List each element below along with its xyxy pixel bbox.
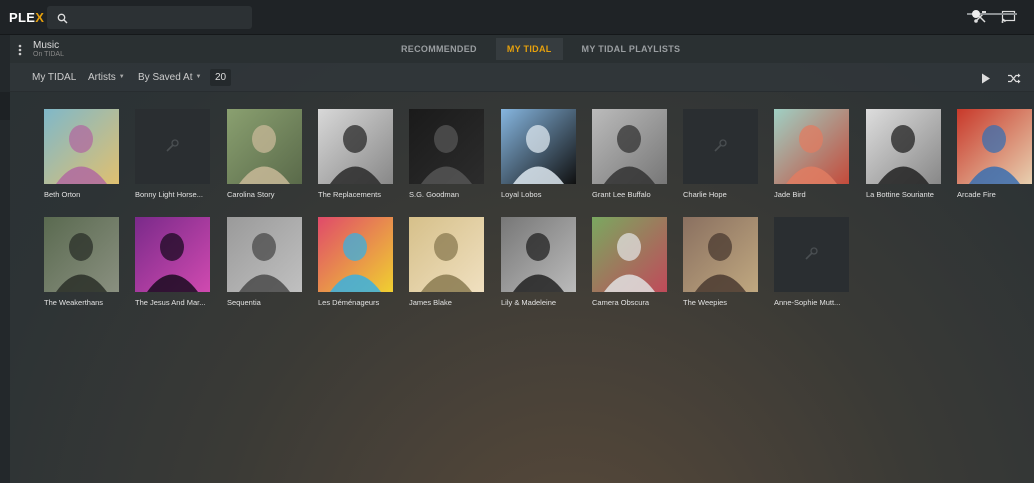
artist-image[interactable] <box>44 217 119 292</box>
artist-name[interactable]: Lily & Madeleine <box>501 298 591 307</box>
artist-name[interactable]: The Jesus And Mar... <box>135 298 225 307</box>
microphone-icon <box>164 138 180 154</box>
artist-name[interactable]: Grant Lee Buffalo <box>592 190 682 199</box>
artist-name[interactable]: Jade Bird <box>774 190 864 199</box>
artist-card[interactable]: The Weepies <box>683 217 758 307</box>
artist-name[interactable]: The Replacements <box>318 190 408 199</box>
artist-card[interactable]: Carolina Story <box>227 109 302 199</box>
artist-name[interactable]: Anne-Sophie Mutt... <box>774 298 864 307</box>
artist-placeholder-image[interactable] <box>135 109 210 184</box>
artist-image[interactable] <box>44 109 119 184</box>
artist-name[interactable]: La Bottine Souriante <box>866 190 956 199</box>
artist-card[interactable]: Camera Obscura <box>592 217 667 307</box>
artist-image[interactable] <box>592 217 667 292</box>
artist-image[interactable] <box>592 109 667 184</box>
artist-card[interactable]: Anne-Sophie Mutt... <box>774 217 849 307</box>
artist-card[interactable]: Bonny Light Horse... <box>135 109 210 199</box>
artist-image[interactable] <box>501 217 576 292</box>
artist-card[interactable]: Grant Lee Buffalo <box>592 109 667 199</box>
artist-name[interactable]: Bonny Light Horse... <box>135 190 225 199</box>
artist-name[interactable]: Charlie Hope <box>683 190 773 199</box>
artist-name[interactable]: Beth Orton <box>44 190 134 199</box>
microphone-icon <box>803 246 819 262</box>
artist-image[interactable] <box>774 109 849 184</box>
artist-image[interactable] <box>866 109 941 184</box>
artist-image[interactable] <box>135 217 210 292</box>
artist-card[interactable]: Lily & Madeleine <box>501 217 576 307</box>
artist-name[interactable]: Camera Obscura <box>592 298 682 307</box>
artist-image[interactable] <box>957 109 1032 184</box>
artist-image[interactable] <box>683 217 758 292</box>
artist-card[interactable]: James Blake <box>409 217 484 307</box>
artist-card[interactable]: The Jesus And Mar... <box>135 217 210 307</box>
artist-name[interactable]: Les Déménageurs <box>318 298 408 307</box>
artist-name[interactable]: Arcade Fire <box>957 190 1034 199</box>
artist-card[interactable]: Sequentia <box>227 217 302 307</box>
artist-name[interactable]: James Blake <box>409 298 499 307</box>
artist-card[interactable]: Loyal Lobos <box>501 109 576 199</box>
artist-card[interactable]: Jade Bird <box>774 109 849 199</box>
artist-name[interactable]: Sequentia <box>227 298 317 307</box>
artist-card[interactable]: Les Déménageurs <box>318 217 393 307</box>
artist-card[interactable]: Beth Orton <box>44 109 119 199</box>
artist-image[interactable] <box>318 217 393 292</box>
artist-name[interactable]: S.G. Goodman <box>409 190 499 199</box>
artist-name[interactable]: Loyal Lobos <box>501 190 591 199</box>
artist-name[interactable]: The Weepies <box>683 298 773 307</box>
artist-image[interactable] <box>318 109 393 184</box>
artist-name[interactable]: The Weakerthans <box>44 298 134 307</box>
artist-card[interactable]: Arcade Fire <box>957 109 1032 199</box>
artist-image[interactable] <box>227 109 302 184</box>
artist-grid: Beth Orton Bonny Light Horse... Carolina S… <box>0 0 1034 483</box>
artist-image[interactable] <box>501 109 576 184</box>
artist-card[interactable]: La Bottine Souriante <box>866 109 941 199</box>
microphone-icon <box>712 138 728 154</box>
artist-card[interactable]: S.G. Goodman <box>409 109 484 199</box>
artist-image[interactable] <box>409 217 484 292</box>
artist-card[interactable]: Charlie Hope <box>683 109 758 199</box>
artist-card[interactable]: The Replacements <box>318 109 393 199</box>
artist-image[interactable] <box>409 109 484 184</box>
artist-card[interactable]: The Weakerthans <box>44 217 119 307</box>
artist-placeholder-image[interactable] <box>774 217 849 292</box>
artist-name[interactable]: Carolina Story <box>227 190 317 199</box>
artist-image[interactable] <box>227 217 302 292</box>
artist-placeholder-image[interactable] <box>683 109 758 184</box>
